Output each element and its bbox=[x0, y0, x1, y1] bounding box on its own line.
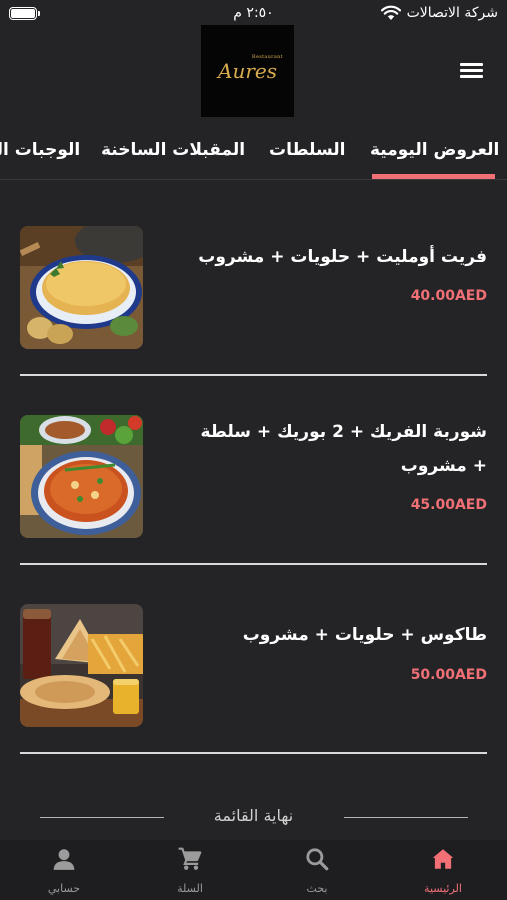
menu-item[interactable]: فريت أومليت + حلويات + مشروب 40.00AED bbox=[20, 226, 487, 376]
nav-search-label: بحث bbox=[306, 882, 328, 895]
tab-salads[interactable]: السلطات bbox=[269, 140, 345, 160]
hamburger-menu-icon[interactable] bbox=[458, 60, 486, 82]
carrier-name: شركة الاتصالات bbox=[406, 5, 498, 21]
status-bar: ٢:٥٠ م شركة الاتصالات bbox=[0, 0, 507, 26]
nav-account[interactable]: حسابي bbox=[19, 846, 109, 898]
nav-home[interactable]: الرئيسية bbox=[398, 846, 488, 898]
tab-hot-appetizers[interactable]: المقبلات الساخنة bbox=[101, 140, 245, 160]
item-price: 45.00AED bbox=[410, 497, 487, 513]
user-icon bbox=[53, 849, 75, 870]
restaurant-logo: Restaurant Aures bbox=[201, 25, 294, 117]
divider bbox=[20, 563, 487, 565]
cart-icon bbox=[178, 847, 202, 870]
item-title: فريت أومليت + حلويات + مشروب bbox=[198, 247, 487, 267]
end-of-list: نهاية القائمة bbox=[0, 806, 507, 828]
category-tabs: العروض اليومية السلطات المقبلات الساخنة … bbox=[0, 128, 507, 180]
logo-text: Aures bbox=[218, 59, 277, 83]
logo-subtext: Restaurant bbox=[251, 54, 283, 60]
tab-daily-offers[interactable]: العروض اليومية bbox=[370, 140, 499, 160]
wifi-icon bbox=[381, 5, 401, 20]
item-price: 40.00AED bbox=[410, 288, 487, 304]
nav-cart[interactable]: السلة bbox=[145, 846, 235, 898]
nav-home-label: الرئيسية bbox=[424, 882, 462, 895]
nav-cart-label: السلة bbox=[177, 882, 203, 895]
home-icon bbox=[432, 849, 454, 869]
bottom-nav: الرئيسية بحث السلة حسابي bbox=[0, 840, 507, 900]
active-tab-indicator bbox=[372, 174, 495, 179]
frik-soup-photo bbox=[20, 415, 143, 538]
menu-item[interactable]: شوربة الفريك + 2 بوريك + سلطة + مشروب 45… bbox=[20, 415, 487, 565]
item-price: 50.00AED bbox=[410, 667, 487, 683]
item-title: شوربة الفريك + 2 بوريك + سلطة + مشروب bbox=[200, 422, 487, 476]
tacos-fries-photo bbox=[20, 604, 143, 727]
search-icon bbox=[306, 848, 329, 871]
tab-main-meals[interactable]: الوجبات الر bbox=[0, 140, 80, 160]
nav-account-label: حسابي bbox=[47, 882, 81, 895]
spanish-omelette-photo bbox=[20, 226, 143, 349]
nav-search[interactable]: بحث bbox=[272, 846, 362, 898]
divider bbox=[20, 752, 487, 754]
end-of-list-text: نهاية القائمة bbox=[213, 806, 294, 825]
divider bbox=[20, 374, 487, 376]
end-line-right bbox=[344, 817, 468, 818]
item-title: طاكوس + حلويات + مشروب bbox=[242, 625, 487, 645]
menu-item[interactable]: طاكوس + حلويات + مشروب 50.00AED bbox=[20, 604, 487, 754]
